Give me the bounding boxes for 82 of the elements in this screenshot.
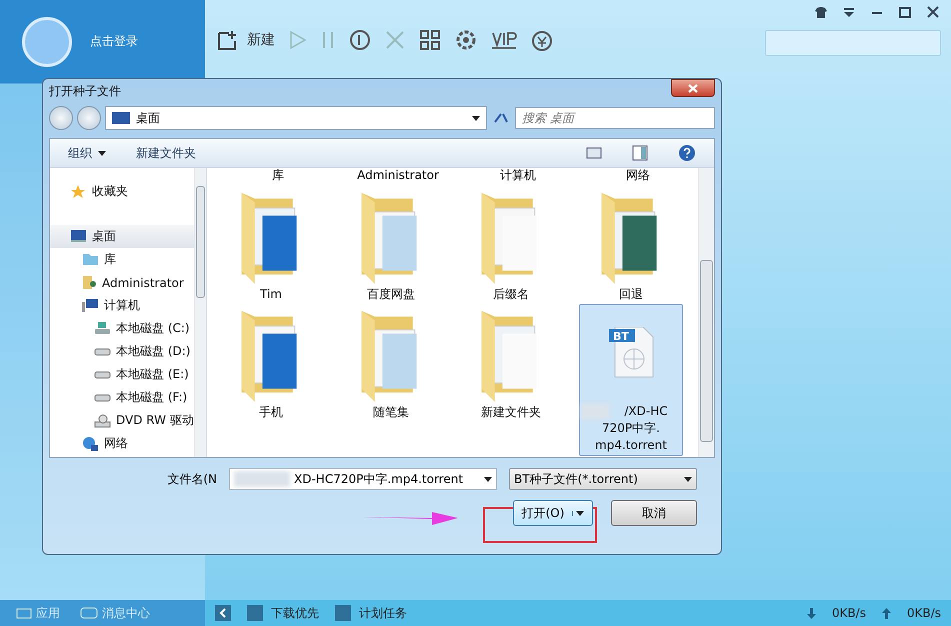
folder-item[interactable]: Tim [219, 186, 323, 304]
download-speed: 0KB/s [832, 606, 866, 620]
filename-label: 文件名(N [167, 470, 217, 488]
computer-icon [82, 298, 99, 312]
collapse-icon[interactable] [215, 605, 231, 621]
open-button[interactable]: 打开(O) [513, 500, 593, 526]
nav-item[interactable]: 本地磁盘 (F:) [50, 386, 194, 409]
drive-icon [94, 348, 111, 356]
nav-item[interactable]: 本地磁盘 (D:) [50, 340, 194, 363]
download-arrow-icon [806, 608, 816, 618]
blur-mask [234, 471, 290, 487]
avatar-circle[interactable] [22, 16, 72, 66]
nav-item[interactable]: 本地磁盘 (E:) [50, 363, 194, 386]
torrent-file-item[interactable]: BT /XD-HC 720P中字. mp4.torrent [579, 304, 683, 456]
dropdown-arrow-icon[interactable] [684, 476, 692, 482]
gear-icon[interactable] [455, 29, 477, 51]
filename-field[interactable]: XD-HC720P中字.mp4.torrent [229, 468, 497, 490]
blur-mask [581, 404, 609, 419]
folder-item[interactable]: 随笔集 [339, 304, 443, 422]
upload-arrow-icon [882, 608, 891, 618]
drive-icon [94, 322, 111, 335]
dropdown-arrow-icon[interactable] [98, 150, 106, 156]
item-label: 计算机 [499, 168, 537, 184]
box-icon [16, 606, 32, 620]
nav-item[interactable]: 本地磁盘 (C:) [50, 317, 194, 340]
dropdown-menu-icon[interactable] [843, 6, 855, 18]
star-icon [70, 184, 87, 200]
folder-icon [82, 254, 99, 266]
disc-drive-icon [94, 414, 111, 428]
nav-item[interactable]: 桌面 [50, 225, 194, 248]
view-icon[interactable] [586, 147, 602, 159]
folder-item[interactable]: 新建文件夹 [459, 304, 563, 422]
status-button[interactable]: 下载优先 [247, 604, 319, 622]
folder-item[interactable]: 手机 [219, 304, 323, 422]
search-field[interactable] [765, 30, 941, 56]
close-icon [688, 84, 698, 92]
folder-item[interactable]: 百度网盘 [339, 186, 443, 304]
drive-icon [94, 394, 111, 402]
dropdown-arrow-icon[interactable] [484, 476, 492, 482]
globe-icon [82, 436, 99, 452]
item-label: 网络 [625, 168, 651, 184]
preview-pane-icon[interactable] [632, 145, 648, 161]
nav-item[interactable]: 收藏夹 [50, 180, 194, 203]
new-task-button[interactable]: 新建 [217, 29, 275, 51]
dropdown-arrow-icon[interactable] [576, 510, 584, 516]
status-button[interactable]: 计划任务 [335, 604, 407, 622]
organize-menu[interactable]: 组织 [68, 144, 106, 162]
grid-icon[interactable] [419, 29, 441, 51]
forward-button[interactable] [77, 106, 101, 130]
back-button[interactable] [49, 106, 73, 130]
scrollbar[interactable] [194, 168, 206, 457]
file-type-dropdown[interactable]: BT种子文件(*.torrent) [509, 468, 697, 490]
monitor-icon [112, 112, 130, 124]
dialog-title: 打开种子文件 [49, 82, 121, 100]
monitor-icon [70, 230, 87, 243]
login-link[interactable]: 点击登录 [90, 33, 138, 50]
drive-icon [94, 370, 111, 378]
new-folder-button[interactable]: 新建文件夹 [136, 144, 196, 162]
chat-bubble-icon [80, 607, 98, 619]
folder-item[interactable]: 回退 [579, 186, 683, 304]
search-field[interactable]: 搜索 桌面 [515, 107, 715, 129]
dropdown-arrow-icon[interactable] [472, 116, 480, 120]
user-folder-icon [82, 276, 97, 290]
item-label: Administrator [356, 168, 440, 184]
close-button[interactable] [671, 79, 715, 97]
plus-document-icon [217, 29, 239, 51]
nav-item[interactable]: Administrator [50, 271, 194, 294]
item-label: 库 [271, 168, 285, 184]
scrollbar[interactable] [698, 168, 714, 457]
maximize-icon[interactable] [899, 6, 911, 18]
upload-speed: 0KB/s [906, 606, 941, 620]
nav-item[interactable]: 网络 [50, 432, 194, 455]
nav-item[interactable]: DVD RW 驱动 [50, 409, 194, 432]
nav-item[interactable]: 计算机 [50, 294, 194, 317]
help-icon[interactable] [678, 144, 696, 162]
address-bar[interactable]: 桌面 [105, 106, 487, 130]
vip-icon[interactable] [491, 29, 517, 51]
shirt-icon[interactable] [815, 6, 827, 18]
nav-item[interactable]: 库 [50, 248, 194, 271]
cancel-button[interactable]: 取消 [611, 500, 697, 526]
close-icon[interactable] [927, 6, 939, 18]
folder-item[interactable]: 后缀名 [459, 186, 563, 304]
